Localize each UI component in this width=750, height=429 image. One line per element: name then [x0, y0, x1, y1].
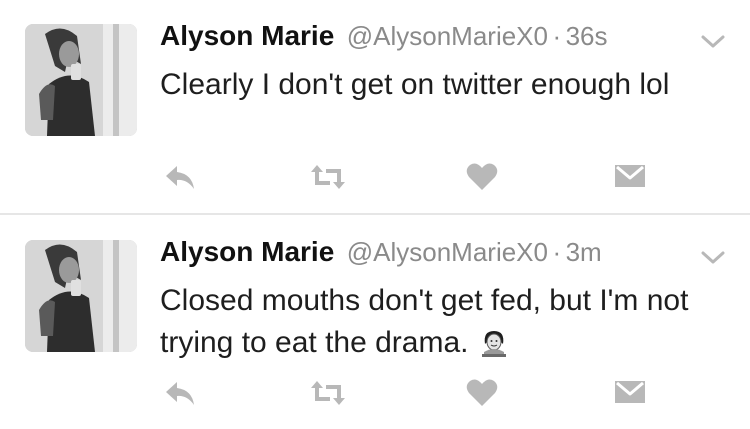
- tweet[interactable]: Alyson Marie @AlysonMarieX0 · 36s Clearl…: [0, 0, 750, 214]
- timeline: Alyson Marie @AlysonMarieX0 · 36s Clearl…: [0, 0, 750, 429]
- retweet-icon: [311, 165, 345, 189]
- woman-at-desk-emoji: [479, 328, 509, 370]
- tweet-actions: [160, 162, 660, 194]
- separator-dot: ·: [552, 237, 562, 267]
- timestamp[interactable]: 36s: [566, 21, 608, 51]
- reply-icon: [166, 382, 194, 405]
- author-name[interactable]: Alyson Marie: [160, 20, 334, 51]
- avatar-image: [25, 240, 137, 352]
- retweet-button[interactable]: [308, 378, 348, 410]
- direct-message-icon: [615, 381, 645, 403]
- tweet-text-content: Closed mouths don't get fed, but I'm not…: [160, 284, 689, 359]
- like-icon: [466, 379, 498, 406]
- separator-dot: ·: [552, 21, 562, 51]
- retweet-button[interactable]: [308, 162, 348, 194]
- author-name[interactable]: Alyson Marie: [160, 236, 334, 267]
- tweet-text: Clearly I don't get on twitter enough lo…: [160, 64, 720, 106]
- direct-message-icon: [615, 165, 645, 187]
- tweet-divider: [0, 213, 750, 215]
- like-button[interactable]: [462, 378, 502, 410]
- avatar[interactable]: [25, 24, 137, 136]
- tweet-text-content: Clearly I don't get on twitter enough lo…: [160, 68, 670, 101]
- chevron-down-icon[interactable]: [700, 250, 726, 266]
- author-handle[interactable]: @AlysonMarieX0: [347, 21, 548, 51]
- reply-button[interactable]: [160, 162, 200, 194]
- tweet-header: Alyson Marie @AlysonMarieX0 · 36s: [160, 20, 607, 60]
- tweet-text: Closed mouths don't get fed, but I'm not…: [160, 280, 720, 370]
- retweet-icon: [311, 381, 345, 405]
- like-button[interactable]: [462, 162, 502, 194]
- timestamp[interactable]: 3m: [566, 237, 602, 267]
- author-handle[interactable]: @AlysonMarieX0: [347, 237, 548, 267]
- direct-message-button[interactable]: [610, 162, 650, 194]
- avatar-image: [25, 24, 137, 136]
- tweet-header: Alyson Marie @AlysonMarieX0 · 3m: [160, 236, 602, 276]
- reply-button[interactable]: [160, 378, 200, 410]
- like-icon: [466, 163, 498, 190]
- tweet[interactable]: Alyson Marie @AlysonMarieX0 · 3m Closed …: [0, 216, 750, 429]
- avatar[interactable]: [25, 240, 137, 352]
- tweet-actions: [160, 378, 660, 410]
- reply-icon: [166, 166, 194, 189]
- chevron-down-icon[interactable]: [700, 34, 726, 50]
- direct-message-button[interactable]: [610, 378, 650, 410]
